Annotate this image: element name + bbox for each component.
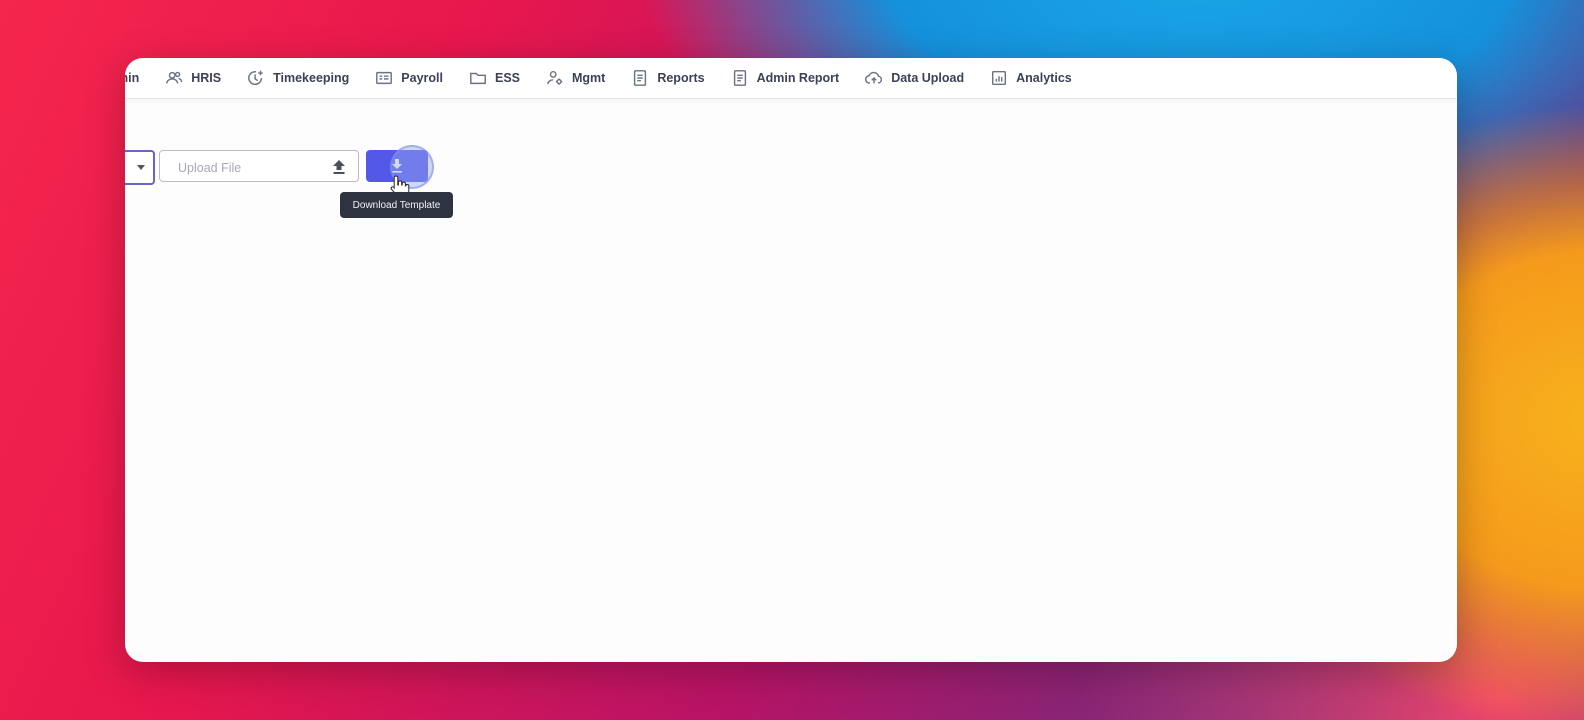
nav-item-timekeeping[interactable]: Timekeeping — [247, 69, 349, 87]
user-gear-icon — [546, 69, 564, 87]
nav-item-admin-report[interactable]: Admin Report — [731, 69, 840, 87]
nav-item-label: HRIS — [191, 71, 222, 85]
folder-icon — [469, 69, 487, 87]
nav-item-label: Mgmt — [572, 71, 606, 85]
chevron-down-icon — [137, 165, 145, 170]
upload-file-input[interactable] — [176, 157, 330, 179]
nav-item-label: Admin Report — [756, 71, 840, 85]
users-icon — [165, 69, 183, 87]
nav-item-label: Timekeeping — [273, 71, 350, 85]
nav-item-admin[interactable]: min — [125, 71, 139, 85]
tooltip-text: Download Template — [352, 199, 441, 211]
clock-plus-icon — [247, 69, 265, 87]
nav-item-hris[interactable]: HRIS — [165, 69, 221, 87]
nav-item-ess[interactable]: ESS — [469, 69, 520, 87]
nav-item-label: min — [125, 71, 140, 85]
cloud-upload-icon — [865, 69, 883, 87]
download-template-tooltip: Download Template — [340, 192, 453, 218]
payroll-card-icon — [375, 69, 393, 87]
nav-item-data-upload[interactable]: Data Upload — [865, 69, 964, 87]
nav-item-payroll[interactable]: Payroll — [375, 69, 443, 87]
nav-item-mgmt[interactable]: Mgmt — [546, 69, 605, 87]
nav-item-label: Reports — [657, 71, 705, 85]
upload-file-field[interactable] — [159, 150, 359, 182]
document-icon — [631, 69, 649, 87]
upload-icon[interactable] — [332, 159, 346, 175]
nav-item-label: ESS — [494, 71, 520, 85]
nav-item-label: Data Upload — [891, 71, 965, 85]
nav-item-label: Analytics — [1016, 71, 1072, 85]
document-icon — [731, 69, 749, 87]
nav-item-reports[interactable]: Reports — [631, 69, 705, 87]
chart-icon — [990, 69, 1008, 87]
nav-item-analytics[interactable]: Analytics — [990, 69, 1072, 87]
nav-item-label: Payroll — [401, 71, 443, 85]
type-select[interactable] — [125, 150, 155, 185]
top-navigation: min HRIS Timekeeping Payroll ESS — [125, 58, 1457, 99]
app-window: min HRIS Timekeeping Payroll ESS — [125, 58, 1457, 662]
